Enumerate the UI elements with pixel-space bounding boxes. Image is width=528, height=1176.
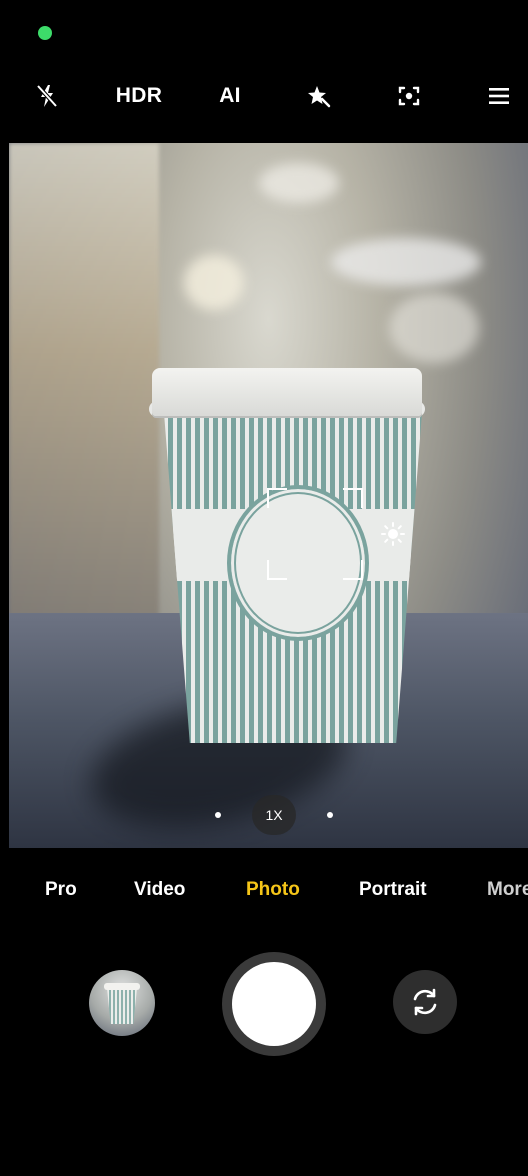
status-bar <box>0 0 528 68</box>
focus-frame-icon[interactable] <box>267 488 363 580</box>
focus-corner <box>267 560 287 580</box>
cup-lid <box>152 368 422 416</box>
zoom-selector: 1X <box>0 795 528 835</box>
hdr-toggle[interactable]: HDR <box>112 68 166 124</box>
thumbnail-cup-lid <box>104 983 140 990</box>
mode-photo[interactable]: Photo <box>246 868 300 912</box>
ai-toggle[interactable]: AI <box>212 68 248 124</box>
thumbnail-cup <box>107 988 137 1024</box>
camera-viewfinder[interactable] <box>9 143 528 848</box>
focus-corner <box>343 560 363 580</box>
zoom-option-dot[interactable] <box>327 812 333 818</box>
sun-exposure-icon[interactable] <box>380 521 406 547</box>
mode-portrait[interactable]: Portrait <box>359 868 427 912</box>
zoom-option-dot[interactable] <box>215 812 221 818</box>
mode-video[interactable]: Video <box>134 868 185 912</box>
bokeh-light <box>389 293 479 363</box>
bokeh-light <box>259 163 339 203</box>
focus-corner <box>267 488 287 508</box>
camera-indicator-dot <box>38 26 52 40</box>
mode-selector: Pro Video Photo Portrait More <box>0 868 528 912</box>
mode-pro[interactable]: Pro <box>45 868 77 912</box>
bokeh-light <box>184 255 244 310</box>
bokeh-light <box>331 238 481 286</box>
switch-camera-icon <box>413 988 437 1016</box>
hamburger-menu-icon[interactable] <box>484 68 514 124</box>
shutter-button[interactable] <box>232 962 316 1046</box>
gallery-thumbnail[interactable] <box>89 970 155 1036</box>
background-blur-left <box>9 143 159 663</box>
magic-star-icon[interactable] <box>302 68 336 124</box>
switch-camera-button[interactable] <box>393 970 457 1034</box>
camera-toolbar: HDR AI <box>0 68 528 124</box>
flash-off-icon[interactable] <box>30 68 64 124</box>
zoom-level-button[interactable]: 1X <box>252 795 296 835</box>
mode-more[interactable]: More <box>487 868 528 912</box>
focus-target-icon[interactable] <box>392 68 426 124</box>
focus-corner <box>343 488 363 508</box>
